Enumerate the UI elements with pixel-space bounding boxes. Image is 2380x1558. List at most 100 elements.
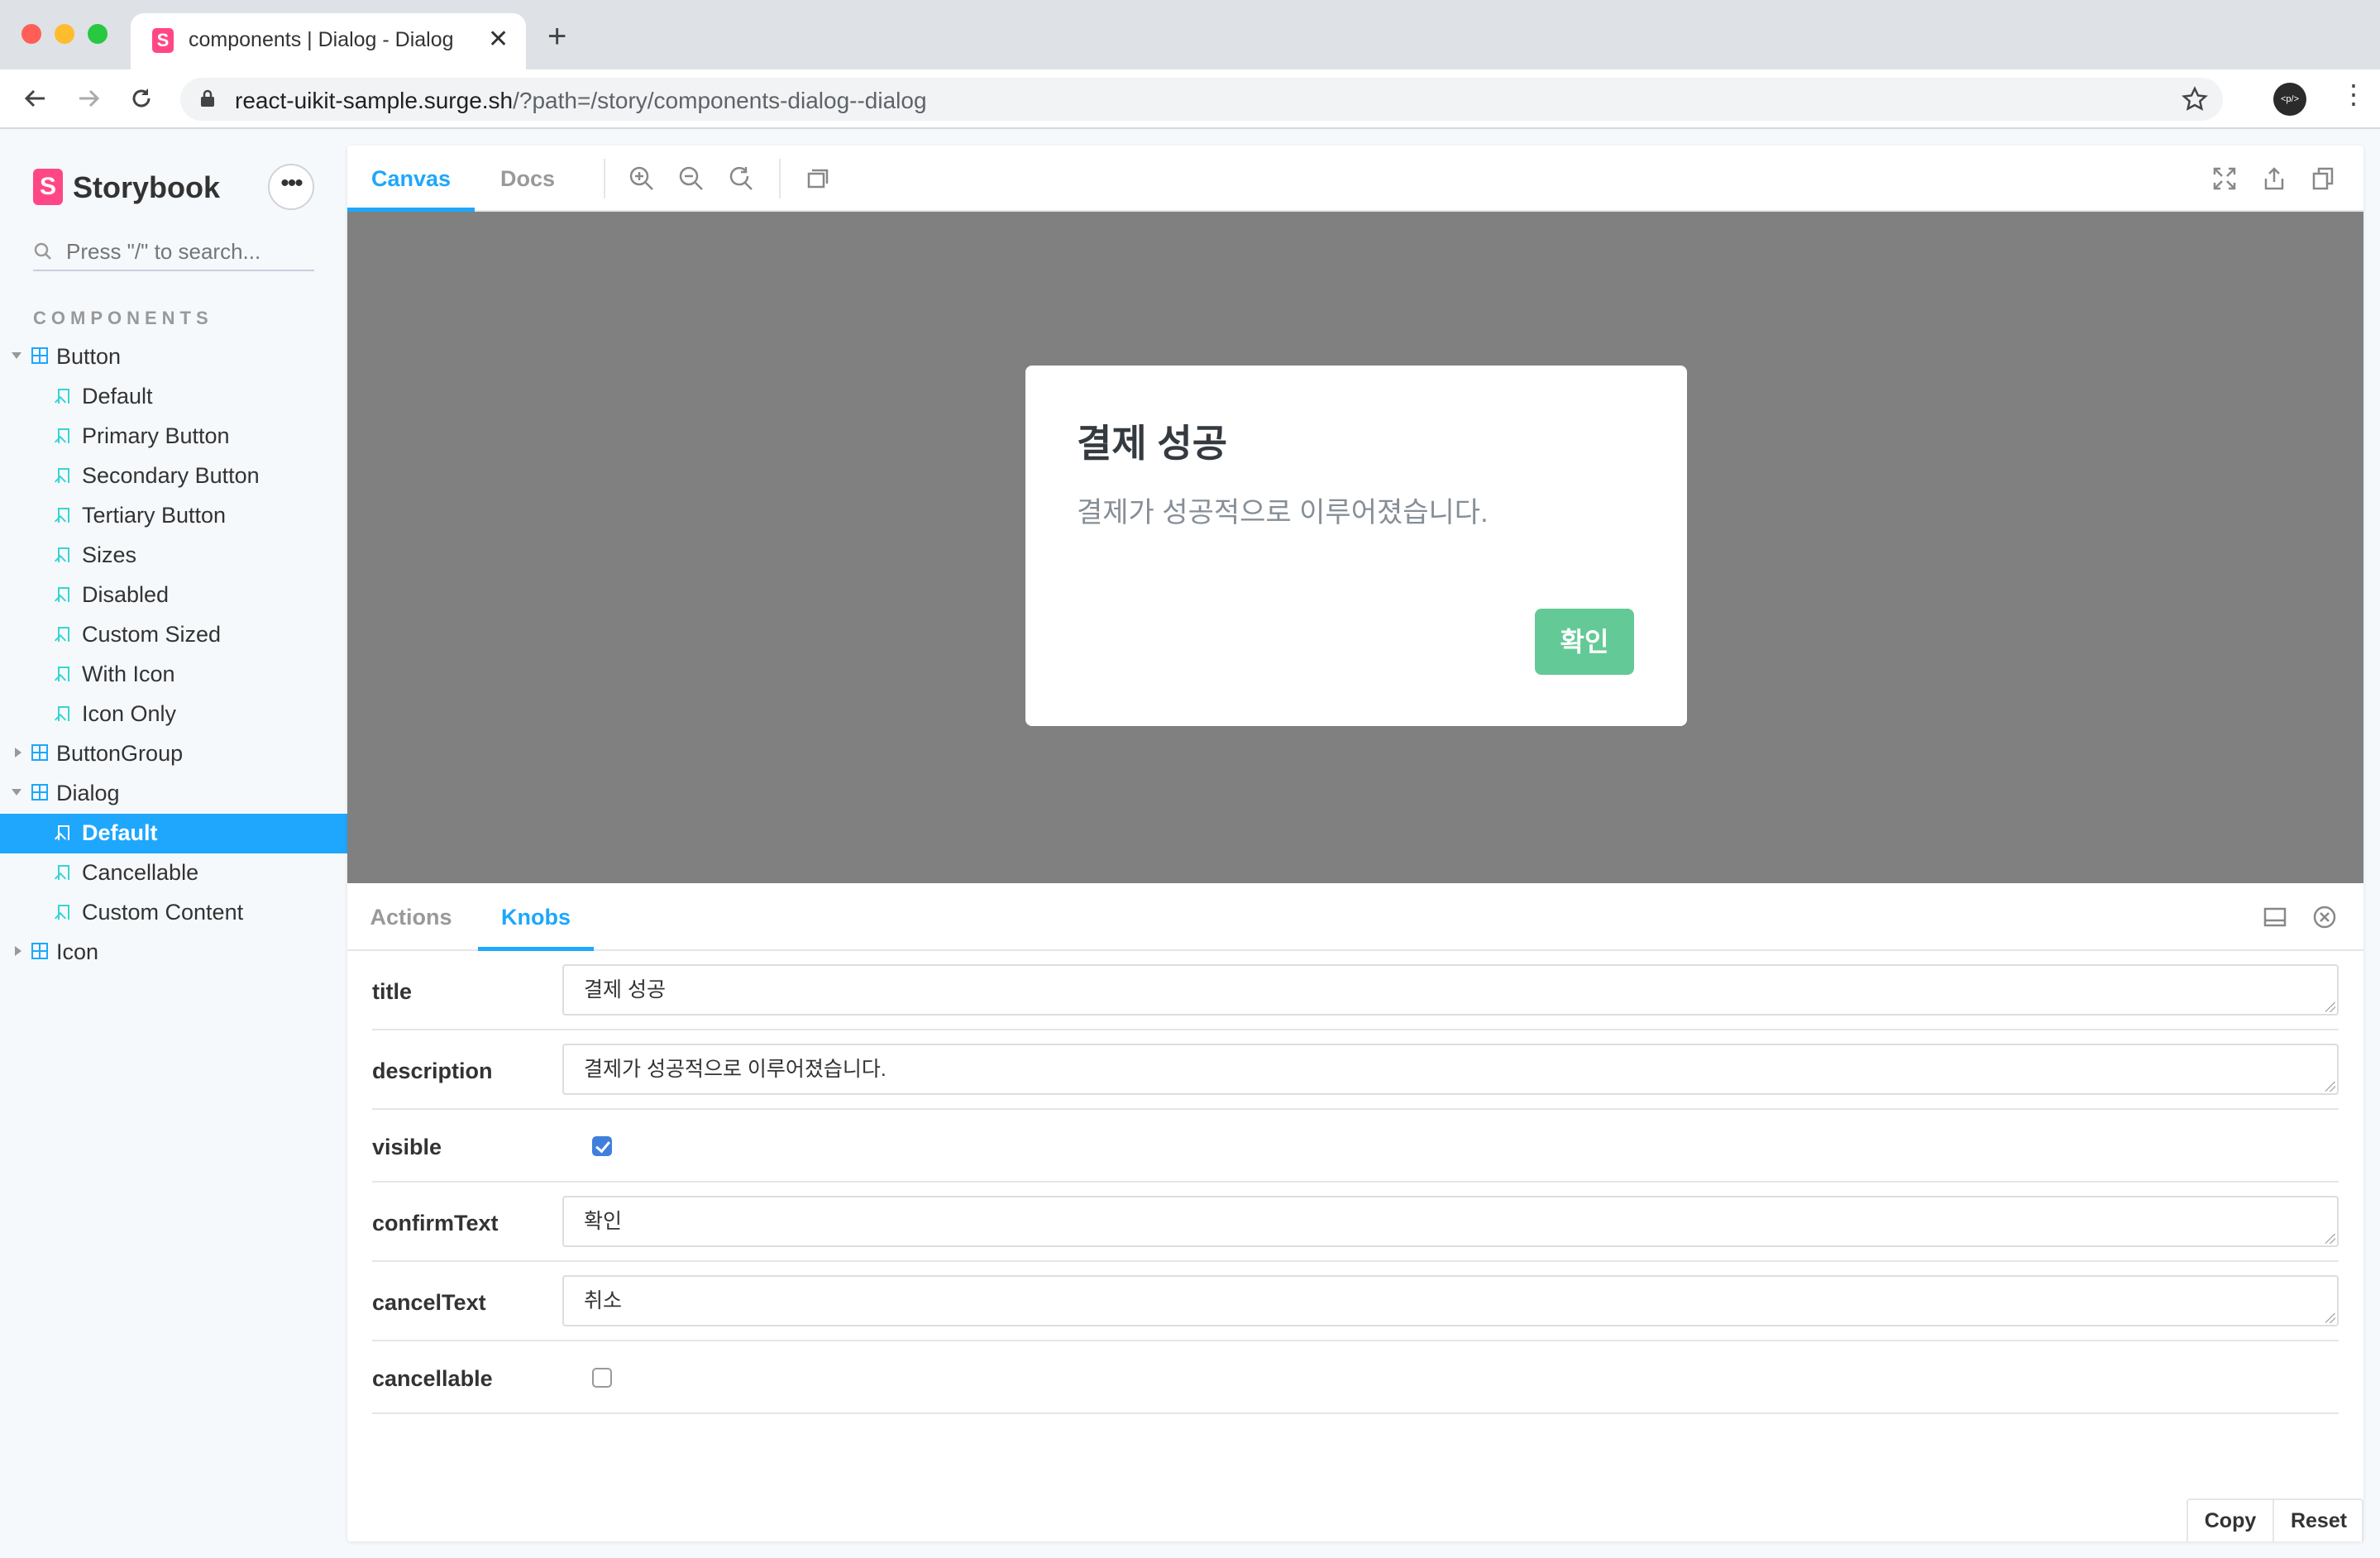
- knob-cancellable-checkbox[interactable]: [592, 1368, 612, 1388]
- fullscreen-icon[interactable]: [2211, 165, 2238, 192]
- knob-canceltext-input[interactable]: 취소: [562, 1275, 2339, 1326]
- tree-story-label: Tertiary Button: [82, 503, 227, 528]
- tree-story-label: Sizes: [82, 542, 137, 567]
- chevron-down-icon: [12, 352, 22, 359]
- zoom-in-icon[interactable]: [628, 165, 655, 192]
- tree-story-item[interactable]: Disabled: [0, 576, 347, 615]
- chevron-right-icon: [15, 946, 22, 956]
- tree-story-item[interactable]: Sizes: [0, 536, 347, 576]
- component-icon: [31, 943, 48, 959]
- copy-button[interactable]: Copy: [2188, 1500, 2274, 1541]
- back-icon[interactable]: [22, 84, 50, 112]
- browser-toolbar: react-uikit-sample.surge.sh/?path=/story…: [0, 69, 2380, 129]
- tree-story-label: Custom Sized: [82, 622, 222, 647]
- tab-knobs[interactable]: Knobs: [478, 883, 594, 951]
- brand-name[interactable]: Storybook: [73, 170, 220, 205]
- knob-description-input[interactable]: 결제가 성공적으로 이루어졌습니다.: [562, 1044, 2339, 1095]
- zoom-reset-icon[interactable]: [728, 165, 754, 192]
- url-text: react-uikit-sample.surge.sh/?path=/story…: [235, 88, 927, 113]
- toolbar-divider: [604, 159, 605, 198]
- tree-component-buttongroup[interactable]: ButtonGroup: [0, 734, 347, 774]
- knob-visible-checkbox[interactable]: [592, 1136, 612, 1156]
- minimize-window-button[interactable]: [55, 24, 74, 44]
- bookmark-icon: [58, 706, 69, 721]
- tree-story-item[interactable]: Tertiary Button: [0, 496, 347, 536]
- bookmark-icon: [58, 587, 69, 602]
- copy-link-icon[interactable]: [2311, 165, 2337, 192]
- component-tree: Button Default Primary Button Secondary …: [0, 337, 347, 973]
- tree-component-label: Dialog: [56, 781, 120, 805]
- preview-canvas: 결제 성공 결제가 성공적으로 이루어졌습니다. 확인: [347, 212, 2363, 883]
- knob-row-visible: visible: [372, 1110, 2339, 1183]
- knob-label: description: [372, 1059, 493, 1083]
- search-box: [33, 235, 314, 271]
- dialog-confirm-button[interactable]: 확인: [1535, 609, 1634, 675]
- reset-button[interactable]: Reset: [2274, 1500, 2363, 1541]
- addons-panel-tabs: Actions Knobs: [347, 883, 2363, 951]
- tree-story-item-selected[interactable]: Default: [0, 814, 347, 853]
- knob-label: cancellable: [372, 1366, 493, 1391]
- tab-close-icon[interactable]: ✕: [488, 25, 509, 54]
- sidebar-menu-button[interactable]: •••: [268, 164, 314, 210]
- profile-avatar[interactable]: <p/>: [2273, 83, 2306, 116]
- browser-menu-icon[interactable]: ⋮: [2340, 81, 2367, 108]
- component-icon: [31, 347, 48, 364]
- tree-story-item[interactable]: With Icon: [0, 655, 347, 695]
- tree-story-item[interactable]: Secondary Button: [0, 456, 347, 496]
- forward-icon[interactable]: [74, 84, 103, 112]
- bookmark-icon: [58, 667, 69, 681]
- share-icon[interactable]: [2261, 165, 2287, 192]
- main-panel: Canvas Docs 결제 성공 결제가 성공적으로 이루어졌습니다. 확인 …: [347, 146, 2363, 1541]
- tab-canvas[interactable]: Canvas: [347, 146, 475, 212]
- address-bar[interactable]: react-uikit-sample.surge.sh/?path=/story…: [180, 78, 2223, 121]
- tree-story-label: Disabled: [82, 582, 170, 607]
- tree-component-button[interactable]: Button: [0, 337, 347, 377]
- search-input[interactable]: [66, 238, 306, 265]
- tree-story-item[interactable]: Icon Only: [0, 695, 347, 734]
- bookmark-icon: [58, 389, 69, 404]
- maximize-window-button[interactable]: [88, 24, 108, 44]
- tree-story-item[interactable]: Custom Content: [0, 893, 347, 933]
- zoom-out-icon[interactable]: [678, 165, 705, 192]
- tree-story-label: Secondary Button: [82, 463, 260, 488]
- browser-tab[interactable]: S components | Dialog - Dialog ✕: [131, 13, 526, 69]
- tab-actions[interactable]: Actions: [347, 883, 475, 951]
- lock-icon: [201, 89, 214, 107]
- tree-component-icon[interactable]: Icon: [0, 933, 347, 973]
- section-title: COMPONENTS: [33, 308, 213, 328]
- knob-title-input[interactable]: 결제 성공: [562, 964, 2339, 1016]
- bookmark-star-icon[interactable]: [2182, 86, 2208, 112]
- tree-component-label: Icon: [56, 939, 99, 964]
- close-panel-icon[interactable]: [2312, 905, 2337, 930]
- knob-label: confirmText: [372, 1211, 499, 1235]
- reload-icon[interactable]: [127, 84, 155, 112]
- tree-component-label: Button: [56, 344, 122, 369]
- tree-story-item[interactable]: Custom Sized: [0, 615, 347, 655]
- knob-label: visible: [372, 1135, 442, 1159]
- panel-orientation-icon[interactable]: [2263, 905, 2287, 930]
- knob-confirmtext-input[interactable]: 확인: [562, 1196, 2339, 1247]
- close-window-button[interactable]: [22, 24, 41, 44]
- tree-story-item[interactable]: Primary Button: [0, 417, 347, 456]
- knobs-footer-buttons: Copy Reset: [2186, 1498, 2363, 1541]
- tree-component-dialog[interactable]: Dialog: [0, 774, 347, 814]
- browser-titlebar: S components | Dialog - Dialog ✕ +: [0, 0, 2380, 69]
- bookmark-icon: [58, 547, 69, 562]
- bookmark-icon: [58, 905, 69, 920]
- tree-story-item[interactable]: Default: [0, 377, 347, 417]
- tree-story-label: Custom Content: [82, 900, 244, 925]
- tree-story-item[interactable]: Cancellable: [0, 853, 347, 893]
- knob-label: title: [372, 979, 413, 1004]
- new-tab-icon[interactable]: +: [547, 20, 566, 53]
- tab-title: components | Dialog - Dialog: [189, 28, 454, 51]
- tree-story-label: Default: [82, 820, 158, 845]
- tab-docs[interactable]: Docs: [475, 146, 581, 212]
- component-icon: [31, 744, 48, 761]
- knob-row-canceltext: cancelText 취소: [372, 1262, 2339, 1341]
- dialog-title: 결제 성공: [1077, 422, 1228, 465]
- chevron-right-icon: [15, 748, 22, 757]
- tree-story-label: Primary Button: [82, 423, 230, 448]
- tree-component-label: ButtonGroup: [56, 741, 184, 766]
- knob-label: cancelText: [372, 1290, 486, 1315]
- background-grid-icon[interactable]: [804, 165, 830, 192]
